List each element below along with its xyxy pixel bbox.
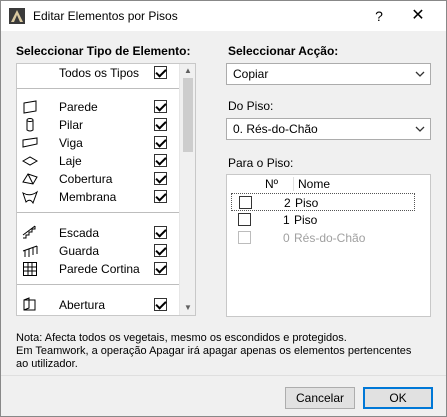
shell-icon	[22, 190, 38, 205]
element-type-row-curtain-wall[interactable]: Parede Cortina	[17, 260, 180, 278]
roof-icon	[22, 173, 38, 185]
column-divider	[293, 177, 294, 191]
help-button[interactable]: ?	[367, 6, 391, 26]
element-type-label: Escada	[59, 226, 100, 240]
list-scrollbar[interactable]: ▲ ▼	[179, 64, 195, 315]
from-floor-label: Do Piso:	[228, 99, 274, 113]
element-type-label: Cobertura	[59, 172, 113, 186]
ok-button[interactable]: OK	[363, 387, 433, 409]
wall-icon	[23, 100, 37, 114]
element-type-row-stair[interactable]: Escada	[17, 224, 180, 242]
cancel-button[interactable]: Cancelar	[285, 387, 355, 409]
note-line: ao utilizador.	[16, 358, 78, 370]
opening-checkbox[interactable]	[154, 298, 167, 311]
element-type-label: Pilar	[59, 118, 84, 132]
element-type-row-wall[interactable]: Parede	[17, 98, 180, 116]
railing-checkbox[interactable]	[154, 244, 167, 257]
column-icon	[26, 118, 34, 132]
title-bar[interactable]: Editar Elementos por Pisos ? ✕	[1, 1, 446, 31]
opening-icon	[23, 297, 36, 311]
shell-checkbox[interactable]	[154, 190, 167, 203]
element-type-label: Parede Cortina	[59, 262, 140, 276]
note-line: Em Teamwork, a operação Apagar irá apaga…	[16, 345, 412, 357]
floor-checkbox	[238, 231, 251, 244]
element-type-label: Parede	[59, 100, 98, 114]
scroll-up-arrow[interactable]: ▲	[180, 64, 195, 78]
button-bar: Cancelar OK	[1, 375, 446, 416]
floor-name: Rés-do-Chão	[294, 231, 366, 245]
action-dropdown[interactable]: Copiar	[226, 63, 431, 85]
element-type-row-shell[interactable]: Membrana	[17, 188, 180, 206]
beam-icon	[22, 137, 38, 148]
wall-checkbox[interactable]	[154, 100, 167, 113]
window-title: Editar Elementos por Pisos	[33, 9, 178, 23]
element-type-row-all[interactable]: Todos os Tipos	[17, 64, 180, 82]
action-value: Copiar	[233, 67, 269, 81]
floor-checkbox[interactable]	[239, 196, 252, 209]
element-type-label: Guarda	[59, 244, 100, 258]
column-header-name[interactable]: Nome	[298, 177, 330, 191]
element-type-label: Membrana	[59, 190, 117, 204]
action-heading: Seleccionar Acção:	[228, 44, 339, 58]
all-types-checkbox[interactable]	[154, 66, 167, 79]
column-checkbox[interactable]	[154, 118, 167, 131]
element-type-row-opening[interactable]: Abertura	[17, 296, 180, 314]
all-types-label: Todos os Tipos	[59, 66, 140, 80]
floor-number: 1	[283, 213, 290, 227]
scroll-thumb[interactable]	[183, 78, 193, 152]
scroll-down-arrow[interactable]: ▼	[180, 301, 195, 315]
to-floor-label: Para o Piso:	[228, 156, 294, 170]
roof-checkbox[interactable]	[154, 172, 167, 185]
floor-checkbox[interactable]	[238, 213, 251, 226]
element-type-row-railing[interactable]: Guarda	[17, 242, 180, 260]
stair-checkbox[interactable]	[154, 226, 167, 239]
dialog-window: Editar Elementos por Pisos ? ✕ Seleccion…	[0, 0, 447, 417]
element-type-label: Abertura	[59, 298, 106, 312]
beam-checkbox[interactable]	[154, 136, 167, 149]
note-text: Nota: Afecta todos os vegetais, mesmo os…	[16, 332, 436, 371]
archicad-app-icon	[9, 8, 25, 24]
list-separator	[17, 88, 180, 89]
curtain-wall-checkbox[interactable]	[154, 262, 167, 275]
floor-number: 0	[283, 231, 290, 245]
list-separator	[17, 212, 180, 213]
floor-name: Piso	[295, 196, 319, 210]
floor-row[interactable]: 2 Piso	[231, 193, 415, 211]
element-type-row-column[interactable]: Pilar	[17, 116, 180, 134]
close-button[interactable]: ✕	[406, 6, 430, 26]
element-type-label: Viga	[59, 136, 83, 150]
railing-icon	[22, 245, 38, 257]
column-header-number[interactable]: Nº	[265, 177, 278, 191]
element-type-row-slab[interactable]: Laje	[17, 152, 180, 170]
element-type-list[interactable]: Todos os Tipos Parede Pilar Viga Laje Co…	[16, 63, 196, 316]
floor-row[interactable]: 1 Piso	[231, 211, 415, 229]
to-floor-table[interactable]: Nº Nome 2 Piso 1 Piso 0 Rés-do-Chão	[226, 174, 431, 317]
slab-icon	[22, 156, 38, 166]
element-type-row-roof[interactable]: Cobertura	[17, 170, 180, 188]
floor-row: 0 Rés-do-Chão	[231, 229, 415, 247]
element-type-heading: Seleccionar Tipo de Elemento:	[16, 44, 191, 58]
from-floor-value: 0. Rés-do-Chão	[233, 122, 318, 136]
list-separator	[17, 284, 180, 285]
chevron-down-icon	[415, 71, 425, 77]
stair-icon	[22, 225, 36, 239]
from-floor-dropdown[interactable]: 0. Rés-do-Chão	[226, 118, 431, 140]
element-type-row-beam[interactable]: Viga	[17, 134, 180, 152]
chevron-down-icon	[415, 126, 425, 132]
note-line: Nota: Afecta todos os vegetais, mesmo os…	[16, 332, 347, 344]
element-type-label: Laje	[59, 154, 82, 168]
slab-checkbox[interactable]	[154, 154, 167, 167]
floor-name: Piso	[294, 213, 318, 227]
floor-number: 2	[284, 196, 291, 210]
curtain-wall-icon	[23, 262, 37, 276]
